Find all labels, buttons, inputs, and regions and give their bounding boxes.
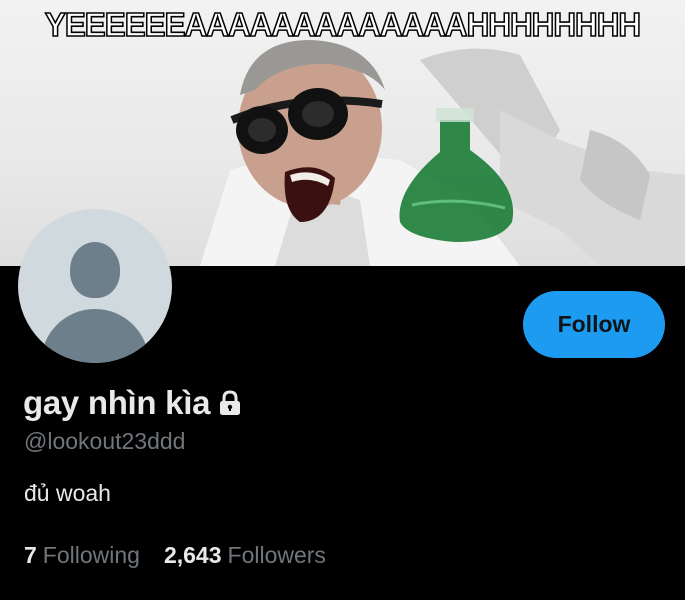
followers-count: 2,643: [163, 542, 222, 568]
followers-link[interactable]: 2,643 Followers: [164, 542, 326, 569]
following-label: Following: [42, 542, 140, 568]
banner-caption: YEEEEEEAAAAAAAAAAAAAHHHHHHHH: [44, 5, 642, 44]
profile-stats: 7 Following 2,643 Followers: [24, 542, 326, 569]
following-link[interactable]: 7 Following: [24, 542, 140, 569]
followers-label: Followers: [227, 542, 326, 568]
profile-handle: @lookout23ddd: [24, 428, 186, 454]
follow-button[interactable]: Follow: [523, 291, 665, 358]
display-name: gay nhìn kìa: [23, 383, 211, 421]
following-count: 7: [24, 542, 37, 568]
profile-bio: đủ woah: [24, 480, 111, 506]
lock-icon: [217, 389, 243, 422]
profile-name-row: gay nhìn kìa: [23, 383, 243, 422]
avatar[interactable]: [18, 209, 172, 363]
